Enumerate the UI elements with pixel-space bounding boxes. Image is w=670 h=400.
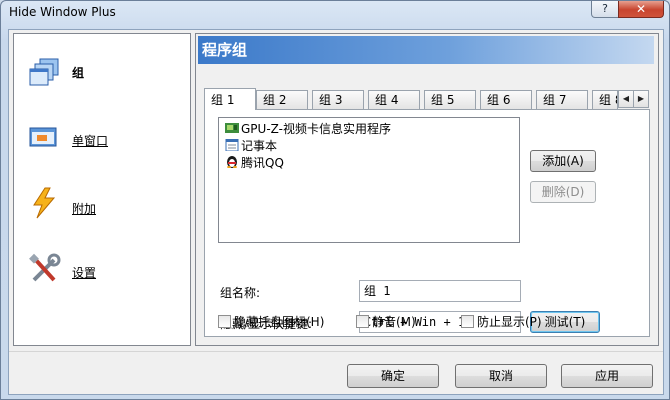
tools-icon (29, 253, 61, 282)
tab-panel: GPU-Z-视频卡信息实用程序 记事本 腾讯QQ 添加(A) 删除(D) 组名称… (204, 109, 650, 337)
checkbox-box[interactable] (218, 315, 231, 328)
qq-penguin-icon (227, 156, 237, 168)
add-button[interactable]: 添加(A) (530, 150, 596, 172)
group-tabs: 组 1 组 2 组 3 组 4 组 5 组 6 组 7 组 8 ◀ ▶ (204, 88, 650, 110)
group-name-field[interactable]: 组 1 (359, 280, 521, 302)
lightning-icon (33, 187, 56, 219)
apply-button[interactable]: 应用 (561, 364, 653, 388)
sidebar-item-label: 附加 (72, 202, 97, 216)
list-item[interactable]: GPU-Z-视频卡信息实用程序 (225, 121, 391, 137)
delete-button[interactable]: 删除(D) (530, 181, 596, 203)
mute-checkbox[interactable]: 静音(M) (356, 313, 416, 330)
tab-scroll-left-icon[interactable]: ◀ (618, 90, 634, 108)
tab-scroll-right-icon[interactable]: ▶ (633, 90, 649, 108)
tab-group-1[interactable]: 组 1 (204, 88, 256, 110)
list-item-label: 记事本 (241, 139, 278, 153)
tab-group-3[interactable]: 组 3 (312, 90, 364, 109)
sidebar-item-label: 设置 (72, 266, 97, 280)
group-name-label: 组名称: (220, 286, 261, 300)
tab-group-5[interactable]: 组 5 (424, 90, 476, 109)
sidebar-item-single-window[interactable]: 单窗口 (28, 120, 178, 160)
program-list[interactable]: GPU-Z-视频卡信息实用程序 记事本 腾讯QQ (218, 117, 520, 243)
notepad-icon (225, 139, 239, 151)
prevent-display-checkbox[interactable]: 防止显示(P) (461, 313, 542, 330)
sidebar-item-label: 组 (72, 66, 85, 80)
gpu-card-icon (225, 123, 239, 133)
page-title: 程序组 (198, 36, 654, 64)
cancel-button[interactable]: 取消 (455, 364, 547, 388)
main-panel: 程序组 组 1 组 2 组 3 组 4 组 5 组 6 组 7 组 8 ◀ ▶ (195, 33, 659, 346)
sidebar: 组 单窗口 附加 设置 (13, 33, 191, 346)
list-item-label: GPU-Z-视频卡信息实用程序 (241, 122, 391, 136)
checkbox-label: 隐藏托盘图标(H) (234, 315, 325, 329)
tab-group-4[interactable]: 组 4 (368, 90, 420, 109)
title-bar[interactable]: Hide Window Plus ? ✕ (1, 1, 669, 27)
ok-button[interactable]: 确定 (347, 364, 439, 388)
app-window: Hide Window Plus ? ✕ 组 单窗口 附加 设置 程序组 组 1… (0, 0, 670, 400)
checkbox-label: 防止显示(P) (477, 315, 542, 329)
sidebar-item-label: 单窗口 (72, 134, 109, 148)
sidebar-item-group[interactable]: 组 (28, 56, 178, 96)
close-button[interactable]: ✕ (618, 1, 664, 18)
footer-divider (9, 351, 663, 352)
sidebar-item-settings[interactable]: 设置 (28, 252, 178, 292)
tab-group-8[interactable]: 组 8 (592, 90, 618, 109)
checkbox-label: 静音(M) (372, 315, 416, 329)
list-item[interactable]: 腾讯QQ (225, 155, 284, 171)
help-button[interactable]: ? (591, 1, 619, 18)
dialog-client: 组 单窗口 附加 设置 程序组 组 1 组 2 组 3 组 4 组 5 组 6 … (8, 29, 664, 395)
tab-group-7[interactable]: 组 7 (536, 90, 588, 109)
single-window-icon (29, 127, 57, 147)
group-windows-icon (29, 58, 59, 86)
checkbox-box[interactable] (461, 315, 474, 328)
tab-group-2[interactable]: 组 2 (256, 90, 308, 109)
list-item-label: 腾讯QQ (241, 156, 284, 170)
list-item[interactable]: 记事本 (225, 138, 277, 154)
hide-tray-icon-checkbox[interactable]: 隐藏托盘图标(H) (218, 313, 324, 330)
window-title: Hide Window Plus (9, 5, 116, 19)
tab-group-6[interactable]: 组 6 (480, 90, 532, 109)
checkbox-box[interactable] (356, 315, 369, 328)
sidebar-item-extras[interactable]: 附加 (28, 186, 178, 226)
